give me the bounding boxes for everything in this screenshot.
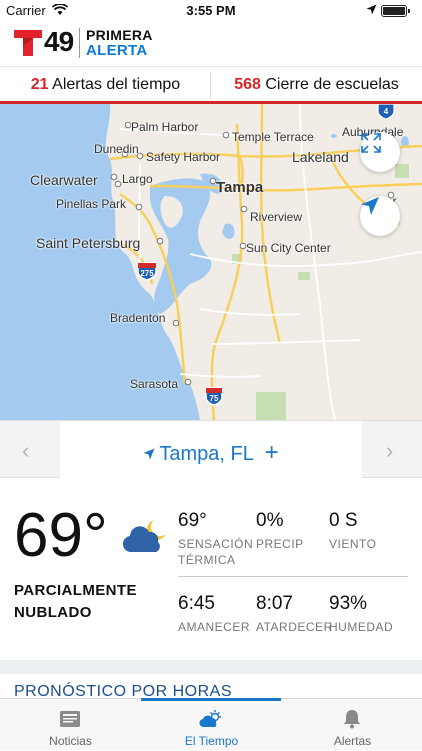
previous-location-button[interactable]: ‹ <box>22 438 29 464</box>
app-header: 49 PRIMERA ALERTA <box>0 22 422 66</box>
shield-4-text: 4 <box>384 107 389 116</box>
stats-divider <box>178 576 408 577</box>
school-closings-count: 568 <box>234 76 261 93</box>
precip-label: PRECIP <box>256 537 304 551</box>
status-time: 3:55 PM <box>186 3 236 18</box>
telemundo-logo-icon <box>14 30 42 56</box>
news-icon <box>60 711 80 727</box>
sunrise-label: AMANECER <box>178 620 251 634</box>
add-location-button[interactable]: + <box>265 439 279 466</box>
map-label-bradenton: Bradenton <box>110 311 166 325</box>
weather-alerts-count: 21 <box>30 76 49 93</box>
map-label-palm-harbor: Palm Harbor <box>131 120 199 134</box>
map-label-temple-terrace: Temple Terrace <box>232 130 314 144</box>
shield-275-text: 275 <box>140 269 154 278</box>
tab-alertas-label: Alertas <box>333 734 372 748</box>
current-conditions: 69° PARCIALMENTE NUBLADO 69° SENSACIÓN T… <box>0 478 422 660</box>
map-label-riverview: Riverview <box>250 210 303 224</box>
location-arrow-icon <box>361 197 379 215</box>
map-label-tampa: Tampa <box>216 179 264 196</box>
location-selector: ‹ Tampa, FL + › <box>0 420 422 479</box>
location-arrow-small-icon <box>143 448 155 460</box>
current-location[interactable]: Tampa, FL + <box>60 439 362 467</box>
feels-like-value: 69° <box>178 510 207 531</box>
tab-noticias-label: Noticias <box>49 734 92 748</box>
weather-icon <box>199 710 221 728</box>
wind-value: 0 S <box>329 510 358 531</box>
map-label-largo: Largo <box>122 172 153 186</box>
tab-alertas[interactable]: Alertas <box>282 699 422 751</box>
shield-75-text: 75 <box>210 394 219 403</box>
school-closings-link[interactable]: 568 Cierre de escuelas <box>211 76 422 94</box>
map-label-saint-petersburg: Saint Petersburg <box>36 235 141 251</box>
map-label-safety-harbor: Safety Harbor <box>146 150 221 164</box>
battery-icon <box>381 5 410 17</box>
tab-bar: Noticias El Tiempo Alertas <box>0 698 422 750</box>
feels-like-label: SENSACIÓN TÉRMICA <box>178 537 254 567</box>
interstate-4-shield: 4 <box>377 104 395 119</box>
map-label-sarasota: Sarasota <box>130 377 179 391</box>
location-services-icon <box>366 4 377 15</box>
logo-channel-number: 49 <box>44 26 74 57</box>
logo-divider <box>79 28 80 58</box>
section-gap <box>0 660 422 674</box>
weather-alerts-link[interactable]: 21 Alertas del tiempo <box>0 76 211 94</box>
precip-value: 0% <box>256 510 284 531</box>
school-closings-label: Cierre de escuelas <box>265 76 399 93</box>
expand-icon <box>361 133 381 153</box>
map-label-lakeland: Lakeland <box>292 149 349 165</box>
interstate-75-shield: 75 <box>205 387 223 406</box>
current-temperature: 69° <box>14 501 108 570</box>
location-name: Tampa, FL <box>159 443 254 465</box>
logo-primera-text: PRIMERA <box>86 27 153 43</box>
map-label-clearwater: Clearwater <box>30 172 98 188</box>
partly-cloudy-night-icon <box>122 520 166 553</box>
tab-el-tiempo[interactable]: El Tiempo <box>141 699 282 751</box>
wind-label: VIENTO <box>329 537 377 551</box>
map-label-dunedin: Dunedin <box>94 142 139 156</box>
tab-el-tiempo-label: El Tiempo <box>184 734 239 748</box>
map-label-sun-city-center: Sun City Center <box>246 241 331 255</box>
sunset-label: ATARDECER <box>256 620 333 634</box>
weather-map[interactable]: 275 75 4 Palm Harbor Temple Terrace Aubu… <box>0 104 422 420</box>
status-bar: Carrier 3:55 PM <box>0 0 422 22</box>
humidity-label: HUMEDAD <box>329 620 394 634</box>
humidity-value: 93% <box>329 593 368 614</box>
logo-alerta-text: ALERTA <box>86 42 148 59</box>
next-location-button[interactable]: › <box>386 438 393 464</box>
weather-alerts-label: Alertas del tiempo <box>52 76 181 93</box>
interstate-275-shield: 275 <box>137 262 157 281</box>
condition-description: PARCIALMENTE NUBLADO <box>14 582 137 621</box>
map-locate-button[interactable] <box>360 196 400 236</box>
map-fullscreen-button[interactable] <box>360 132 400 172</box>
tab-noticias[interactable]: Noticias <box>0 699 141 751</box>
bell-icon <box>344 710 360 729</box>
sunset-value: 8:07 <box>256 593 293 614</box>
sunrise-value: 6:45 <box>178 593 215 614</box>
alerts-strip: 21 Alertas del tiempo 568 Cierre de escu… <box>0 66 422 104</box>
map-label-pinellas-park: Pinellas Park <box>56 197 127 211</box>
